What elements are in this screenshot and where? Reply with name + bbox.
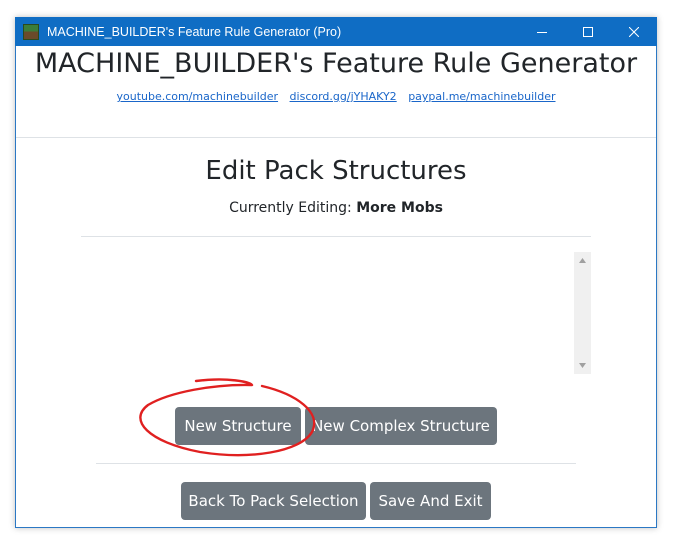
title-divider bbox=[81, 236, 591, 237]
editing-label: Currently Editing: bbox=[229, 200, 352, 216]
back-to-pack-selection-button[interactable]: Back To Pack Selection bbox=[181, 482, 366, 520]
scroll-down-icon bbox=[579, 363, 586, 368]
save-and-exit-button[interactable]: Save And Exit bbox=[370, 482, 491, 520]
close-icon bbox=[629, 26, 639, 37]
header-links: youtube.com/machinebuilder discord.gg/jY… bbox=[15, 90, 657, 103]
youtube-link[interactable]: youtube.com/machinebuilder bbox=[116, 90, 278, 103]
new-structure-button[interactable]: New Structure bbox=[175, 407, 301, 445]
new-complex-structure-button[interactable]: New Complex Structure bbox=[305, 407, 497, 445]
scroll-up-button[interactable] bbox=[574, 252, 591, 269]
discord-link[interactable]: discord.gg/jYHAKY2 bbox=[290, 90, 397, 103]
minimize-icon bbox=[537, 31, 547, 33]
scroll-up-icon bbox=[579, 258, 586, 263]
structure-list[interactable] bbox=[81, 252, 591, 374]
scrollbar[interactable] bbox=[574, 252, 591, 374]
scroll-down-button[interactable] bbox=[574, 357, 591, 374]
window-controls bbox=[519, 17, 657, 46]
currently-editing: Currently Editing: More Mobs bbox=[15, 200, 657, 216]
app-header-title: MACHINE_BUILDER's Feature Rule Generator bbox=[34, 48, 638, 79]
editing-pack-name: More Mobs bbox=[356, 200, 443, 216]
footer-divider bbox=[96, 463, 576, 464]
title-bar[interactable]: MACHINE_BUILDER's Feature Rule Generator… bbox=[15, 17, 657, 46]
window-title: MACHINE_BUILDER's Feature Rule Generator… bbox=[47, 24, 342, 39]
maximize-button[interactable] bbox=[565, 17, 611, 46]
page-title: Edit Pack Structures bbox=[205, 156, 467, 186]
close-button[interactable] bbox=[611, 17, 657, 46]
minimize-button[interactable] bbox=[519, 17, 565, 46]
paypal-link[interactable]: paypal.me/machinebuilder bbox=[408, 90, 555, 103]
app-icon bbox=[23, 23, 39, 40]
header-divider bbox=[16, 137, 656, 138]
maximize-icon bbox=[583, 26, 593, 37]
